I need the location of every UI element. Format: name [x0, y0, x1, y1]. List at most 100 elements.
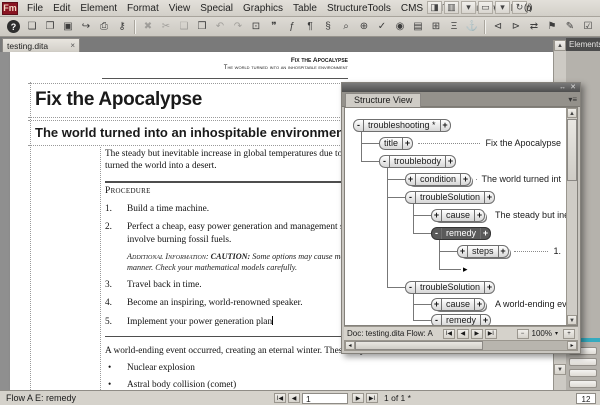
- toggle-panel-icon[interactable]: ◨: [427, 1, 442, 14]
- tab-close-icon[interactable]: ×: [70, 41, 75, 50]
- prev-page-button[interactable]: ◀: [457, 329, 469, 339]
- import-file-icon[interactable]: ⊡: [248, 19, 264, 34]
- paragraph-designer-icon[interactable]: ¶: [302, 19, 318, 34]
- character-designer-icon[interactable]: ƒ: [284, 19, 300, 34]
- expand-sign[interactable]: +: [480, 315, 490, 326]
- style-catalog-icon[interactable]: §: [320, 19, 336, 34]
- insert-element-icon[interactable]: ⊲: [490, 19, 506, 34]
- structure-node-condition[interactable]: +condition+ The world turned int: [405, 172, 561, 186]
- structure-node-remedy-selected[interactable]: -remedy+: [431, 226, 491, 240]
- list-item[interactable]: • Nuclear explosion: [105, 362, 437, 374]
- screen-mode-arrow-icon[interactable]: ▾: [495, 1, 510, 14]
- panel-collapse-icon[interactable]: ↔: [559, 83, 566, 92]
- collapse-sign[interactable]: -: [432, 315, 442, 326]
- framemaker-logo-icon[interactable]: Fm: [2, 2, 18, 15]
- collapse-sign[interactable]: -: [406, 282, 416, 293]
- structure-view-window[interactable]: ↔ ✕ Structure View ▾≡: [341, 82, 581, 354]
- structure-node-cause[interactable]: +cause+ The steady but inevi: [431, 208, 561, 222]
- expand-sign[interactable]: +: [440, 120, 450, 131]
- zoom-in-button[interactable]: +: [563, 329, 575, 339]
- menu-item[interactable]: Edit: [48, 2, 75, 15]
- spell-check-icon[interactable]: ✓: [374, 19, 390, 34]
- cut-icon[interactable]: ✂: [158, 19, 174, 34]
- panel-close-icon[interactable]: ✕: [570, 83, 576, 92]
- scroll-left-icon[interactable]: ◂: [345, 341, 355, 350]
- print-icon[interactable]: ⎙: [96, 19, 112, 34]
- collapse-sign[interactable]: -: [432, 228, 442, 239]
- screen-mode-icon[interactable]: ▭: [478, 1, 493, 14]
- menu-item[interactable]: Element: [75, 2, 122, 15]
- lock-document-icon[interactable]: ⚷: [114, 19, 130, 34]
- last-page-button[interactable]: ▶I: [366, 393, 378, 403]
- element-banner-icon[interactable]: ⚑: [544, 19, 560, 34]
- layout-mode-icon[interactable]: ▥: [444, 1, 459, 14]
- structure-node-cause-2[interactable]: +cause+ A world-ending ever: [431, 297, 561, 311]
- tab-testing-dita[interactable]: testing.dita ×: [2, 38, 80, 52]
- structure-insertion-point[interactable]: ▸: [463, 262, 468, 276]
- structure-tree-area[interactable]: -troubleshooting *+ title+ Fix the Apoca…: [344, 107, 578, 326]
- collapse-sign[interactable]: -: [406, 192, 416, 203]
- expand-sign[interactable]: +: [445, 156, 455, 167]
- prev-page-button[interactable]: ◀: [288, 393, 300, 403]
- view-options-icon[interactable]: ◉: [392, 19, 408, 34]
- tab-structure-view[interactable]: Structure View: [345, 93, 421, 107]
- panel-list-item[interactable]: [569, 380, 597, 388]
- collapse-sign[interactable]: -: [380, 156, 390, 167]
- expand-sign[interactable]: +: [458, 246, 468, 257]
- expand-sign[interactable]: +: [460, 174, 470, 185]
- change-element-icon[interactable]: ⇄: [526, 19, 542, 34]
- structure-node-troublesolution[interactable]: -troubleSolution+: [405, 190, 495, 204]
- menu-item[interactable]: Format: [122, 2, 164, 15]
- list-item[interactable]: • Astral body collision (comet): [105, 379, 437, 390]
- first-page-button[interactable]: I◀: [443, 329, 455, 339]
- panel-list-item[interactable]: [569, 369, 597, 377]
- structure-node-steps[interactable]: +steps+ 1.: [457, 244, 561, 258]
- expand-sign[interactable]: +: [474, 210, 484, 221]
- expand-sign[interactable]: +: [432, 299, 442, 310]
- save-as-icon[interactable]: ↪: [78, 19, 94, 34]
- window-title-bar[interactable]: ↔ ✕: [342, 83, 580, 92]
- scroll-up-icon[interactable]: ▲: [567, 108, 577, 118]
- last-page-button[interactable]: ▶I: [485, 329, 497, 339]
- menu-item[interactable]: File: [22, 2, 48, 15]
- paste-icon[interactable]: ❒: [194, 19, 210, 34]
- menu-item[interactable]: Table: [288, 2, 322, 15]
- first-page-button[interactable]: I◀: [274, 393, 286, 403]
- wrap-element-icon[interactable]: ⊳: [508, 19, 524, 34]
- collapse-sign[interactable]: -: [354, 120, 364, 131]
- expand-sign[interactable]: +: [474, 299, 484, 310]
- menu-item[interactable]: Graphics: [238, 2, 288, 15]
- zoom-out-button[interactable]: −: [517, 329, 529, 339]
- zoom-percentage-field[interactable]: 12: [576, 393, 596, 404]
- new-document-icon[interactable]: ❏: [24, 19, 40, 34]
- open-document-icon[interactable]: ❐: [42, 19, 58, 34]
- undo-icon[interactable]: ↶: [212, 19, 228, 34]
- find-icon[interactable]: ⌕: [338, 19, 354, 34]
- menu-item[interactable]: Special: [195, 2, 238, 15]
- structure-node-remedy-2[interactable]: -remedy+: [431, 313, 491, 325]
- structure-vertical-scrollbar[interactable]: ▲ ▼: [566, 108, 577, 325]
- help-icon[interactable]: ?: [7, 20, 20, 33]
- insert-table-icon[interactable]: ⊞: [428, 19, 444, 34]
- save-document-icon[interactable]: ▣: [60, 19, 76, 34]
- anchor-icon[interactable]: ⚓: [464, 19, 480, 34]
- scroll-up-icon[interactable]: ▲: [554, 40, 566, 51]
- equations-icon[interactable]: Ξ: [446, 19, 462, 34]
- structure-node-troubleshooting[interactable]: -troubleshooting *+: [353, 118, 451, 132]
- zoom-level[interactable]: 100%: [532, 329, 552, 338]
- title-block[interactable]: Fix the Apocalypse: [28, 83, 362, 118]
- menu-item[interactable]: StructureTools: [322, 2, 396, 15]
- scroll-down-icon[interactable]: ▼: [554, 364, 566, 375]
- zoom-dropdown-icon[interactable]: ▾: [555, 330, 558, 337]
- smart-quotes-icon[interactable]: ❞: [266, 19, 282, 34]
- next-page-button[interactable]: ▶: [471, 329, 483, 339]
- structure-node-title[interactable]: title+ Fix the Apocalypse: [379, 136, 561, 150]
- expand-sign[interactable]: +: [484, 282, 494, 293]
- expand-sign[interactable]: +: [406, 174, 416, 185]
- validate-icon[interactable]: ☑: [580, 19, 596, 34]
- document-report-icon[interactable]: ▤: [410, 19, 426, 34]
- separator[interactable]: [134, 20, 136, 34]
- page-number-field[interactable]: 1: [302, 393, 348, 404]
- zoom-tool-icon[interactable]: ⊕: [356, 19, 372, 34]
- menu-item[interactable]: CMS: [396, 2, 428, 15]
